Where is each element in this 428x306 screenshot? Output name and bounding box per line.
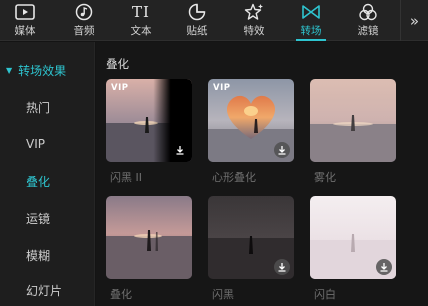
sidebar-item-slideshow[interactable]: 幻灯片 xyxy=(26,282,62,299)
text-icon-glyph: TI xyxy=(132,3,150,21)
transition-card-fog[interactable] xyxy=(310,79,396,162)
download-button[interactable] xyxy=(274,142,290,158)
thumbnail-image xyxy=(106,196,192,279)
card-label: 闪黑 xyxy=(212,288,234,301)
tool-label: 滤镜 xyxy=(357,25,379,37)
sidebar-header-label: 转场效果 xyxy=(18,63,67,78)
tool-label: 特效 xyxy=(243,25,265,37)
card-label: 闪白 xyxy=(314,288,336,301)
card-label: 闪黑 II xyxy=(110,171,142,184)
double-chevron-right-icon: » xyxy=(409,11,420,30)
media-icon xyxy=(4,3,46,21)
download-icon xyxy=(278,146,286,155)
filter-circles-icon xyxy=(347,3,389,21)
download-button[interactable] xyxy=(376,259,392,275)
card-label: 心形叠化 xyxy=(212,171,256,184)
tool-transitions[interactable]: 转场 xyxy=(290,0,332,41)
sticker-icon xyxy=(176,3,218,21)
music-note-icon xyxy=(63,3,105,21)
tool-text[interactable]: TI 文本 xyxy=(120,0,162,41)
transition-grid: 叠化 VIP 闪黑 II VIP 心形叠化 雾化 叠化 闪黑 闪白 xyxy=(96,42,428,306)
transition-bowtie-icon xyxy=(290,3,332,21)
caret-down-icon: ▼ xyxy=(6,65,13,75)
sidebar-item-vip[interactable]: VIP xyxy=(26,137,45,151)
tool-label: 音频 xyxy=(73,25,95,37)
vip-badge: VIP xyxy=(111,83,129,93)
tool-label: 文本 xyxy=(130,25,152,37)
transition-card-flash-white[interactable] xyxy=(310,196,396,279)
tool-filters[interactable]: 滤镜 xyxy=(347,0,389,41)
top-toolbar: 媒体 音频 TI 文本 贴纸 特效 转场 滤镜 » xyxy=(0,0,428,41)
transition-card-heart-dissolve[interactable]: VIP xyxy=(208,79,294,162)
card-label: 叠化 xyxy=(110,288,132,301)
tool-effects[interactable]: 特效 xyxy=(233,0,275,41)
sidebar-item-dissolve[interactable]: 叠化 xyxy=(26,173,50,190)
download-button[interactable] xyxy=(274,259,290,275)
card-label: 雾化 xyxy=(314,171,336,184)
vip-badge: VIP xyxy=(213,83,231,93)
sidebar-header-transitions[interactable]: ▼ 转场效果 xyxy=(6,60,66,80)
tool-media[interactable]: 媒体 xyxy=(4,0,46,41)
tool-label: 贴纸 xyxy=(186,25,208,37)
download-icon xyxy=(176,146,184,155)
text-icon: TI xyxy=(120,3,162,21)
tool-label: 媒体 xyxy=(14,25,36,37)
sidebar-item-blur[interactable]: 模糊 xyxy=(26,247,50,264)
section-title: 叠化 xyxy=(106,57,129,71)
download-button[interactable] xyxy=(172,142,188,158)
category-sidebar: ▼ 转场效果 热门 VIP 叠化 运镜 模糊 幻灯片 xyxy=(0,42,95,306)
download-icon xyxy=(380,263,388,272)
more-tools-button[interactable]: » xyxy=(400,0,428,41)
sparkle-star-icon xyxy=(233,3,275,21)
tool-audio[interactable]: 音频 xyxy=(63,0,105,41)
transition-card-flash-black[interactable] xyxy=(208,196,294,279)
thumbnail-image xyxy=(310,79,396,162)
tool-sticker[interactable]: 贴纸 xyxy=(176,0,218,41)
download-icon xyxy=(278,263,286,272)
tool-label: 转场 xyxy=(300,25,322,37)
transition-card-dissolve[interactable] xyxy=(106,196,192,279)
sidebar-item-hot[interactable]: 热门 xyxy=(26,99,50,116)
transition-card-flash-black-2[interactable]: VIP xyxy=(106,79,192,162)
sidebar-item-camera-move[interactable]: 运镜 xyxy=(26,210,50,227)
